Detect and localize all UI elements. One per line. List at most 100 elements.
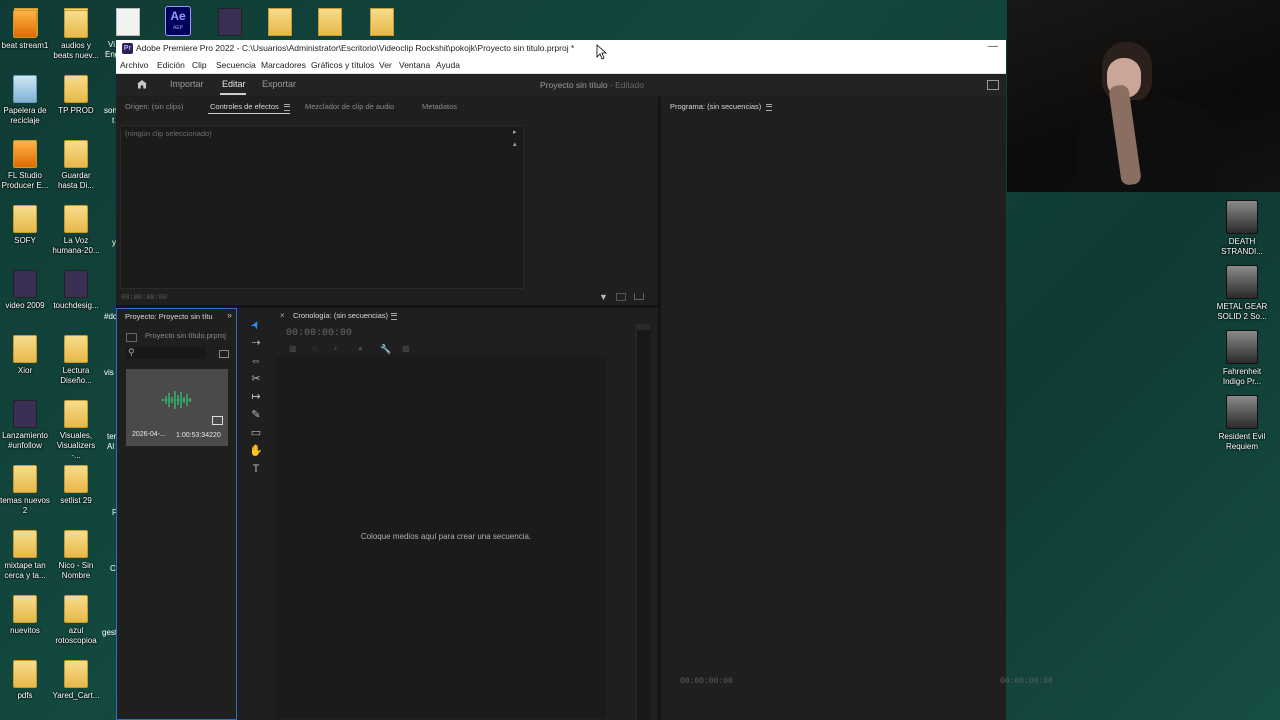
desktop-icon[interactable]: Xior (0, 335, 50, 376)
menu-graficos[interactable]: Gráficos y títulos (311, 60, 374, 70)
close-tab-icon[interactable]: × (280, 311, 285, 320)
tab-proyecto[interactable]: Proyecto: Proyecto sin títu (125, 312, 213, 321)
desktop-icon[interactable]: pdfs (0, 660, 50, 701)
menu-secuencia[interactable]: Secuencia (216, 60, 256, 70)
audio-meter (636, 324, 650, 720)
desktop-icon[interactable]: Yared_Cart... (51, 660, 101, 701)
title-bar[interactable]: Pr Adobe Premiere Pro 2022 - C:\Usuarios… (116, 40, 1006, 58)
tab-programa[interactable]: Programa: (sin secuencias) (670, 102, 761, 111)
snap-icon[interactable]: ∩ (312, 344, 318, 353)
tab-metadatos[interactable]: Metadatos (422, 102, 457, 111)
razor-tool-icon[interactable]: ✂ (249, 372, 263, 386)
panel-menu-icon[interactable] (391, 313, 397, 320)
desktop-icon[interactable]: Papelera de reciclaje (0, 75, 50, 126)
hand-tool-icon[interactable]: ✋ (249, 444, 263, 458)
tab-importar[interactable]: Importar (170, 79, 204, 89)
desktop-icon[interactable]: Resident Evil Requiem (1216, 395, 1268, 452)
desktop-icon[interactable]: Lectura Diseño... (51, 335, 101, 386)
type-tool-icon[interactable]: T (249, 462, 263, 476)
desktop-icon-label: TP PROD (58, 106, 94, 115)
partial-label: son (104, 106, 117, 115)
folder-icon (64, 10, 88, 38)
clip-duration: 1:00:53:34220 (176, 432, 221, 439)
after-effects-icon[interactable]: Ae AEP (165, 6, 191, 36)
panel-menu-icon[interactable] (284, 104, 290, 111)
program-timecode-right: 00:00:00:00 (1000, 677, 1053, 686)
desktop-icon[interactable]: temas nuevos 2 (0, 465, 50, 516)
new-bin-icon[interactable] (219, 350, 229, 358)
timeline-drop-area[interactable]: Coloque medios aquí para crear una secue… (276, 356, 606, 718)
desktop-icon[interactable]: touchdesig... (51, 270, 101, 311)
partial-label: Vi (108, 40, 115, 49)
folder-icon[interactable] (318, 8, 342, 36)
desktop-icon[interactable]: video 2009 (0, 270, 50, 311)
menu-clip[interactable]: Clip (192, 60, 207, 70)
desktop-icon-label: Xior (17, 366, 33, 375)
desktop-icon[interactable]: La Voz humana-20... (51, 205, 101, 256)
tab-cronologia[interactable]: Cronología: (sin secuencias) (293, 311, 388, 320)
window-title: Adobe Premiere Pro 2022 - C:\Usuarios\Ad… (136, 43, 575, 53)
selection-tool-icon[interactable]: ➤ (246, 315, 265, 334)
folder-icon (13, 660, 37, 688)
desktop-icon[interactable]: beat stream1 (0, 10, 50, 51)
desktop-icon[interactable]: azul rotoscopioa (51, 595, 101, 646)
menu-archivo[interactable]: Archivo (120, 60, 148, 70)
desktop-icon[interactable]: nuevitos (0, 595, 50, 636)
pen-tool-icon[interactable]: ✎ (249, 408, 263, 422)
no-clip-label: (ningún clip seleccionado) (125, 129, 212, 138)
desktop-icon[interactable]: FL Studio Producer E... (0, 140, 50, 191)
wrench-icon[interactable]: 🔧 (380, 344, 391, 355)
collapse-up-icon[interactable]: ▴ (513, 140, 517, 148)
track-select-tool-icon[interactable]: ⇢ (249, 336, 263, 350)
document-icon[interactable] (116, 8, 140, 36)
desktop-icon[interactable]: Nico - Sin Nombre (51, 530, 101, 581)
minimize-icon[interactable]: — (988, 41, 998, 52)
tab-exportar[interactable]: Exportar (262, 79, 296, 89)
clip-icon[interactable] (634, 293, 644, 300)
desktop-icon-label: Resident Evil Requiem (1218, 432, 1266, 451)
desktop-icon[interactable]: METAL GEAR SOLID 2 So... (1216, 265, 1268, 322)
desktop-icon[interactable]: Visuales, Visualizers -... (51, 400, 101, 461)
desktop-icon[interactable]: mixtape tan cerca y ta... (0, 530, 50, 581)
expand-right-icon[interactable]: ▸ (513, 128, 517, 136)
menu-ayuda[interactable]: Ayuda (436, 60, 460, 70)
menu-ventana[interactable]: Ventana (399, 60, 430, 70)
panel-overflow-icon[interactable]: » (227, 310, 232, 320)
desktop-icon[interactable]: Guardar hasta Di... (51, 140, 101, 191)
menu-ver[interactable]: Ver (379, 60, 392, 70)
tab-origen[interactable]: Origen: (sin clips) (125, 102, 183, 111)
slip-tool-icon[interactable]: ↦ (249, 390, 263, 404)
ripple-edit-tool-icon[interactable]: ⇔ (249, 354, 263, 368)
tab-controles-efectos[interactable]: Controles de efectos (210, 102, 279, 111)
tab-mezclador-audio[interactable]: Mezclador de clip de audio (305, 102, 394, 111)
desktop-icon[interactable]: TP PROD (51, 75, 101, 116)
home-icon[interactable] (136, 79, 148, 89)
menu-edicion[interactable]: Edición (157, 60, 185, 70)
desktop-icon[interactable]: SOFY (0, 205, 50, 246)
desktop-icon[interactable]: Lanzamiento #unfollow (0, 400, 50, 451)
export-frame-icon[interactable] (616, 293, 626, 301)
menu-marcadores[interactable]: Marcadores (261, 60, 306, 70)
project-search-input[interactable]: ⚲ (126, 347, 206, 359)
desktop-icon-label: Nico - Sin Nombre (58, 561, 94, 580)
desktop-icon[interactable]: Fahrenheit Indigo Pr... (1216, 330, 1268, 387)
workspace-header: Importar Editar Exportar Proyecto sin tí… (116, 74, 1006, 96)
video-file-icon[interactable] (218, 8, 242, 36)
clip-thumbnail[interactable]: 2026-04-... 1:00:53:34220 (126, 369, 228, 446)
linked-selection-icon[interactable]: ▪ (334, 344, 337, 353)
panel-menu-icon[interactable] (766, 104, 772, 111)
desktop-icon[interactable]: DEATH STRANDI... (1216, 200, 1268, 257)
fullscreen-icon[interactable] (987, 80, 999, 90)
filter-icon[interactable]: ▼ (599, 292, 608, 302)
desktop-icon[interactable]: setlist 29 (51, 465, 101, 506)
rectangle-tool-icon[interactable]: ▭ (249, 426, 263, 440)
folder-zip-icon[interactable] (370, 8, 394, 36)
nest-icon[interactable]: ▩ (289, 344, 297, 353)
captions-icon[interactable]: ▩ (402, 344, 410, 353)
folder-icon[interactable] (268, 8, 292, 36)
desktop-icon[interactable]: audios y beats nuev... (51, 10, 101, 61)
add-marker-icon[interactable]: ● (358, 344, 363, 353)
tab-editar[interactable]: Editar (222, 79, 246, 89)
video-file-icon (13, 400, 37, 428)
partial-label: t (112, 116, 115, 125)
